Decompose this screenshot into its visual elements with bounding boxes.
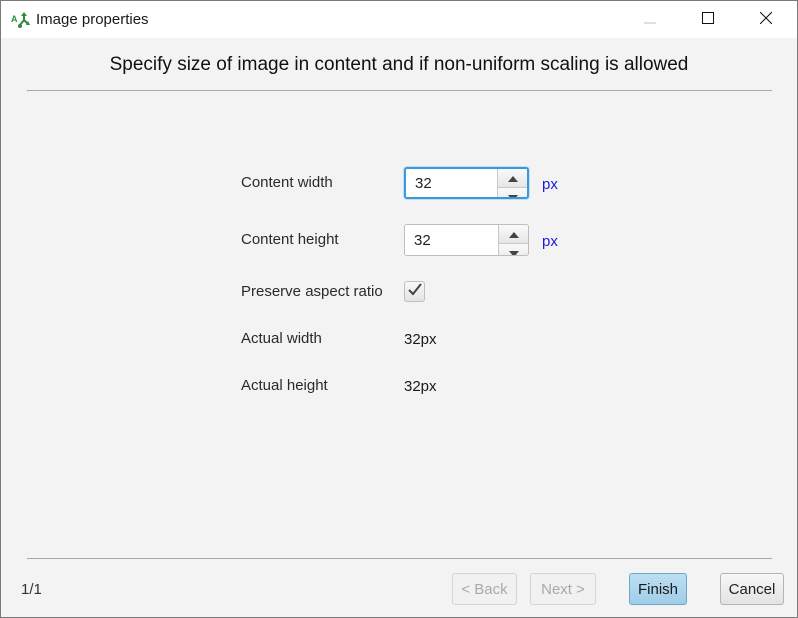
next-button[interactable]: Next > <box>530 573 596 605</box>
content-height-input[interactable] <box>405 225 500 255</box>
maximize-button[interactable] <box>679 1 737 38</box>
close-icon <box>759 11 773 29</box>
content-width-decrement[interactable] <box>498 187 527 197</box>
page-indicator: 1/1 <box>21 581 42 598</box>
image-properties-dialog: A Image properties Specify size of image… <box>0 0 798 618</box>
close-button[interactable] <box>737 1 795 38</box>
arrow-down-icon <box>507 188 518 197</box>
arrow-up-icon <box>507 169 518 187</box>
arrow-down-icon <box>508 244 519 255</box>
page-heading: Specify size of image in content and if … <box>109 54 689 75</box>
header-divider <box>27 90 772 91</box>
actual-width-value: 32px <box>404 331 437 348</box>
finish-button[interactable]: Finish <box>629 573 687 605</box>
content-height-spinner[interactable] <box>404 224 529 256</box>
preserve-aspect-checkbox[interactable] <box>404 281 425 302</box>
content-width-increment[interactable] <box>498 169 527 187</box>
title-bar: A Image properties <box>1 1 797 38</box>
app-logo-icon: A <box>11 10 31 30</box>
maximize-icon <box>702 11 714 29</box>
preserve-aspect-label: Preserve aspect ratio <box>241 283 383 300</box>
actual-height-label: Actual height <box>241 377 328 394</box>
content-width-spinner[interactable] <box>404 167 529 199</box>
footer-divider <box>27 558 772 559</box>
minimize-button[interactable] <box>621 1 679 38</box>
back-button[interactable]: < Back <box>452 573 517 605</box>
svg-text:A: A <box>11 14 18 24</box>
content-height-label: Content height <box>241 231 339 248</box>
content-height-unit: px <box>542 233 558 250</box>
content-width-input[interactable] <box>406 169 501 197</box>
content-height-decrement[interactable] <box>499 243 528 255</box>
content-width-label: Content width <box>241 174 333 191</box>
minimize-icon <box>644 11 656 29</box>
actual-width-label: Actual width <box>241 330 322 347</box>
actual-height-value: 32px <box>404 378 437 395</box>
window-title: Image properties <box>36 11 149 28</box>
content-width-unit: px <box>542 176 558 193</box>
content-height-increment[interactable] <box>499 225 528 243</box>
checkmark-icon <box>407 282 422 301</box>
cancel-button[interactable]: Cancel <box>720 573 784 605</box>
arrow-up-icon <box>508 225 519 243</box>
